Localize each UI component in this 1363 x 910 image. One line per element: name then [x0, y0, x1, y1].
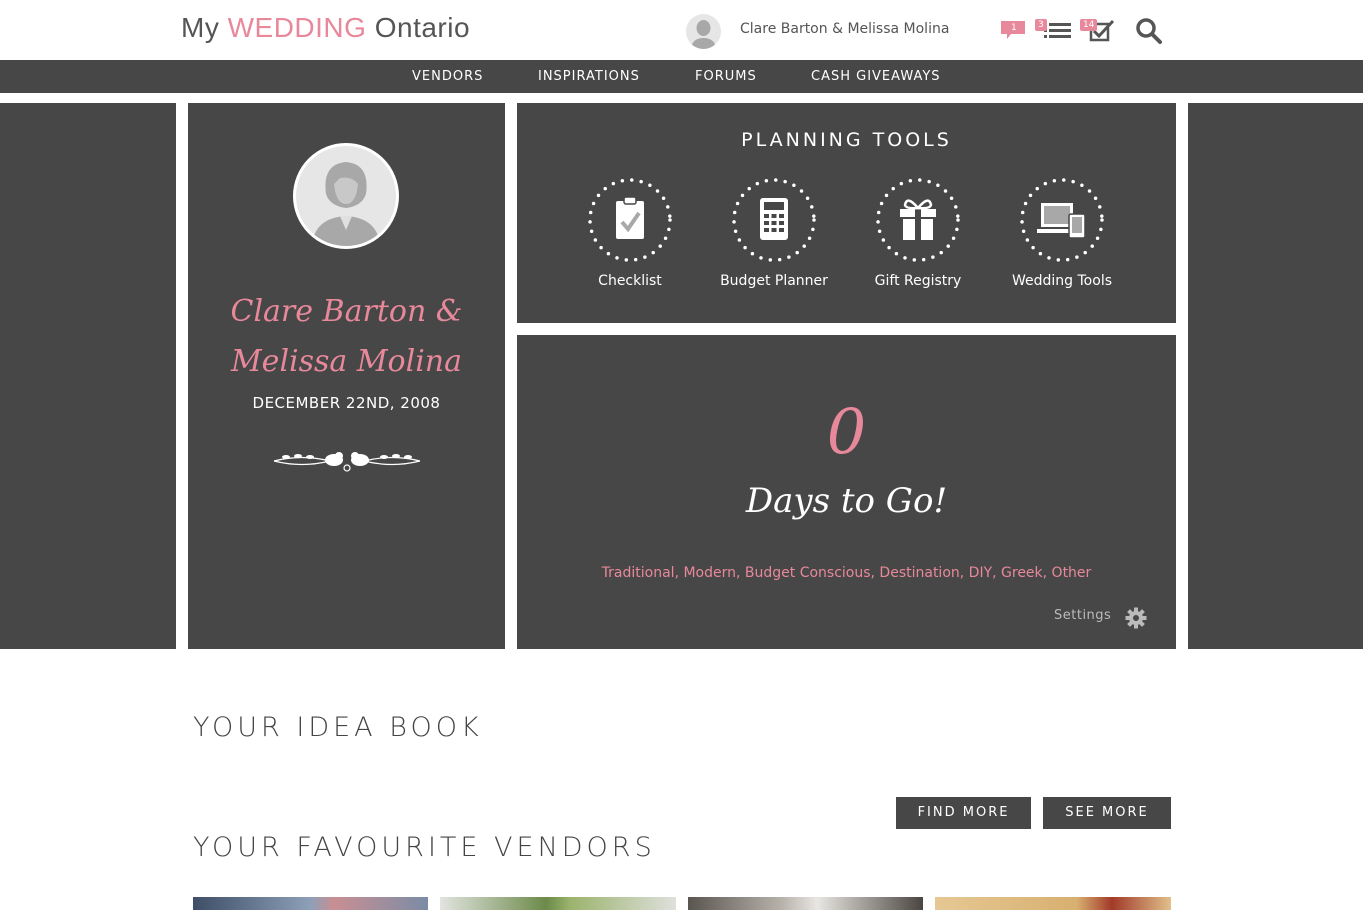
- devices-icon: [1020, 178, 1104, 262]
- lists-badge: 3: [1035, 19, 1047, 31]
- chat-icon[interactable]: 1: [1000, 20, 1026, 44]
- logo-accent: WEDDING: [227, 12, 367, 43]
- tool-budget-planner[interactable]: Budget Planner: [704, 177, 844, 289]
- tasks-badge: 14: [1080, 19, 1098, 31]
- right-side-panel: [1188, 103, 1363, 649]
- gift-icon: [876, 178, 960, 262]
- see-more-button[interactable]: SEE MORE: [1043, 797, 1171, 829]
- list-icon[interactable]: 3: [1035, 19, 1073, 46]
- search-icon[interactable]: [1135, 17, 1163, 49]
- site-logo[interactable]: My WEDDING Ontario: [181, 12, 470, 44]
- person-icon: [312, 162, 380, 246]
- countdown-panel: 0 Days to Go! Traditional, Modern, Budge…: [517, 335, 1176, 649]
- person-icon: [691, 20, 716, 49]
- settings-link[interactable]: Settings: [1054, 608, 1111, 623]
- couple-avatar[interactable]: [293, 143, 399, 249]
- user-name[interactable]: Clare Barton & Melissa Molina: [740, 21, 949, 37]
- checklist-icon[interactable]: 14: [1080, 19, 1116, 47]
- nav-item-cash-giveaways[interactable]: CASH GIVEAWAYS: [811, 69, 941, 84]
- profile-panel: Clare Barton & Melissa Molina DECEMBER 2…: [188, 103, 505, 649]
- favourite-vendors-title: YOUR FAVOURITE VENDORS: [193, 832, 656, 863]
- tool-budget-planner-label: Budget Planner: [720, 273, 828, 289]
- love-birds-ornament-icon: [273, 452, 421, 472]
- wedding-styles[interactable]: Traditional, Modern, Budget Conscious, D…: [517, 565, 1176, 581]
- couple-name: Clare Barton & Melissa Molina: [230, 294, 463, 379]
- nav-item-inspirations[interactable]: INSPIRATIONS: [538, 69, 640, 84]
- tool-checklist-label: Checklist: [598, 273, 662, 289]
- tool-gift-registry[interactable]: Gift Registry: [848, 177, 988, 289]
- tool-checklist[interactable]: Checklist: [560, 177, 700, 289]
- user-avatar[interactable]: [686, 14, 721, 49]
- calculator-icon: [732, 178, 816, 262]
- planning-tools-title: PLANNING TOOLS: [741, 129, 952, 151]
- tool-wedding-tools[interactable]: Wedding Tools: [992, 177, 1132, 289]
- vendor-thumbnail[interactable]: [440, 897, 676, 910]
- nav-item-vendors[interactable]: VENDORS: [412, 69, 483, 84]
- logo-prefix: My: [181, 12, 228, 43]
- logo-suffix: Ontario: [366, 12, 471, 43]
- tool-gift-registry-label: Gift Registry: [874, 273, 962, 289]
- wedding-date: DECEMBER 22ND, 2008: [252, 394, 441, 412]
- idea-book-title: YOUR IDEA BOOK: [193, 712, 483, 743]
- vendor-thumbnail[interactable]: [935, 897, 1171, 910]
- vendor-thumbnail[interactable]: [193, 897, 428, 910]
- gear-icon[interactable]: [1125, 607, 1147, 629]
- left-side-panel: [0, 103, 176, 649]
- nav-item-forums[interactable]: FORUMS: [695, 69, 757, 84]
- planning-tools-panel: PLANNING TOOLS Checklist Budget Planner: [517, 103, 1176, 323]
- days-count: 0: [826, 395, 867, 468]
- clipboard-icon: [588, 178, 672, 262]
- tool-wedding-tools-label: Wedding Tools: [1012, 273, 1112, 289]
- site-header: My WEDDING Ontario Clare Barton & Meliss…: [0, 0, 1363, 60]
- days-to-go-label: Days to Go!: [745, 481, 948, 521]
- main-nav: VENDORS INSPIRATIONS FORUMS CASH GIVEAWA…: [0, 60, 1363, 93]
- messages-badge: 1: [1011, 23, 1017, 33]
- find-more-button[interactable]: FIND MORE: [896, 797, 1031, 829]
- vendor-thumbnail[interactable]: [688, 897, 923, 910]
